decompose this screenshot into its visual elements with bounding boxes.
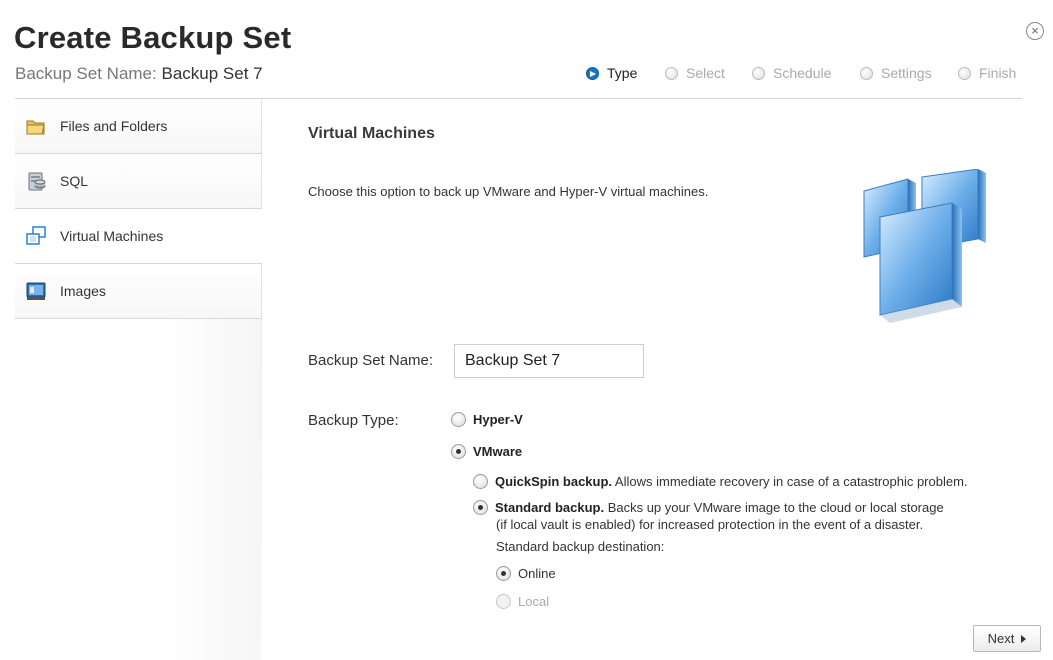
sidebar-item-virtual-machines[interactable]: Virtual Machines: [15, 209, 262, 264]
section-description: Choose this option to back up VMware and…: [308, 184, 709, 199]
step-label: Schedule: [773, 65, 832, 81]
radio-label: VMware: [473, 444, 523, 459]
section-heading: Virtual Machines: [308, 125, 435, 142]
virtual-machines-illustration: [860, 168, 990, 334]
step-label: Select: [686, 65, 725, 81]
dialog-subtitle: Backup Set Name: Backup Set 7: [15, 64, 263, 84]
radio-quickspin-backup[interactable]: QuickSpin backup. Allows immediate recov…: [473, 474, 968, 489]
radio-label: Hyper-V: [473, 412, 523, 427]
radio-checked-icon: [451, 444, 466, 459]
close-button[interactable]: ×: [1026, 22, 1044, 40]
radio-checked-icon: [473, 500, 488, 515]
radio-label: Online: [518, 566, 556, 581]
backup-type-sidebar: Files and Folders SQL Virtual Machines I…: [15, 99, 262, 660]
next-button[interactable]: Next: [973, 625, 1041, 652]
radio-disabled-icon: [496, 594, 511, 609]
sidebar-item-images[interactable]: Images: [15, 264, 262, 319]
step-pending-icon: [860, 66, 873, 80]
step-label: Settings: [881, 65, 932, 81]
step-current-icon: [586, 66, 599, 80]
chevron-right-icon: [1021, 634, 1027, 643]
radio-unchecked-icon: [451, 412, 466, 427]
radio-hyper-v[interactable]: Hyper-V: [451, 412, 523, 427]
step-select: Select: [665, 65, 725, 81]
radio-label: Local: [518, 594, 550, 609]
radio-unchecked-icon: [473, 474, 488, 489]
close-icon: ×: [1031, 23, 1039, 38]
subtitle-set-name: Backup Set 7: [161, 64, 263, 83]
step-type: Type: [586, 65, 637, 81]
dialog-title: Create Backup Set: [14, 20, 292, 55]
sidebar-item-files-and-folders[interactable]: Files and Folders: [15, 99, 262, 154]
backup-type-label: Backup Type:: [308, 412, 399, 429]
subtitle-label: Backup Set Name:: [15, 64, 157, 83]
backup-set-name-label: Backup Set Name:: [308, 352, 434, 369]
step-pending-icon: [752, 66, 765, 80]
step-pending-icon: [958, 66, 971, 80]
radio-description: Allows immediate recovery in case of a c…: [612, 474, 968, 489]
sql-server-icon: [25, 170, 47, 192]
radio-description: Backs up your VMware image to the cloud …: [604, 500, 944, 515]
standard-backup-note: (if local vault is enabled) for increase…: [496, 517, 924, 532]
radio-title: QuickSpin backup.: [495, 474, 613, 489]
radio-title: Standard backup.: [495, 500, 605, 515]
sidebar-item-sql[interactable]: SQL: [15, 154, 262, 209]
sidebar-item-label: Virtual Machines: [60, 228, 164, 244]
step-settings: Settings: [860, 65, 932, 81]
radio-vmware[interactable]: VMware: [451, 444, 522, 459]
sidebar-item-label: Files and Folders: [60, 118, 168, 134]
sidebar-item-label: SQL: [60, 173, 89, 189]
backup-set-name-input[interactable]: [454, 344, 644, 378]
radio-online[interactable]: Online: [496, 566, 556, 581]
step-label: Finish: [979, 65, 1017, 81]
step-label: Type: [607, 65, 638, 81]
radio-checked-icon: [496, 566, 511, 581]
next-button-label: Next: [987, 631, 1015, 646]
step-finish: Finish: [958, 65, 1016, 81]
destination-label: Standard backup destination:: [496, 539, 665, 554]
sidebar-item-label: Images: [60, 283, 106, 299]
virtual-machines-icon: [25, 225, 47, 247]
step-schedule: Schedule: [752, 65, 831, 81]
folder-icon: [25, 115, 47, 137]
disk-image-icon: [25, 280, 47, 302]
step-pending-icon: [665, 66, 678, 80]
radio-local[interactable]: Local: [496, 594, 549, 609]
radio-standard-backup[interactable]: Standard backup. Backs up your VMware im…: [473, 500, 944, 515]
